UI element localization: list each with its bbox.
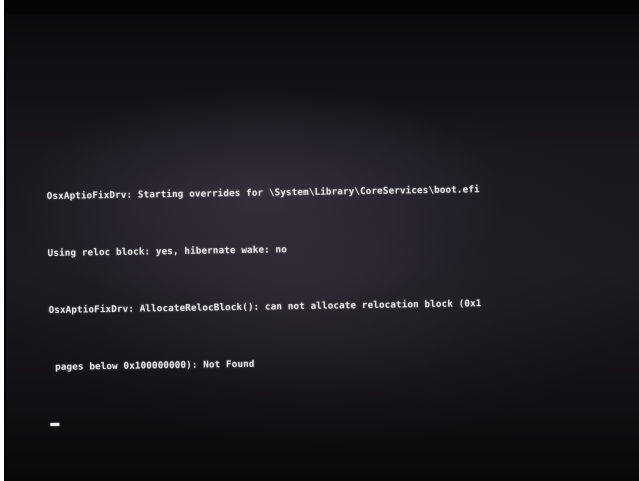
console-line: Using reloc block: yes, hibernate wake: … (47, 244, 287, 259)
console-output: OsxAptioFixDrv: Starting overrides for \… (46, 140, 636, 464)
text-cursor (50, 422, 60, 426)
photo-frame: OsxAptioFixDrv: Starting overrides for \… (0, 0, 639, 481)
console-line: OsxAptioFixDrv: Starting overrides for \… (46, 184, 480, 202)
console-line: OsxAptioFixDrv: AllocateRelocBlock(): ca… (48, 298, 488, 316)
console-line: pages below 0x100000000): Not Found (49, 358, 255, 373)
